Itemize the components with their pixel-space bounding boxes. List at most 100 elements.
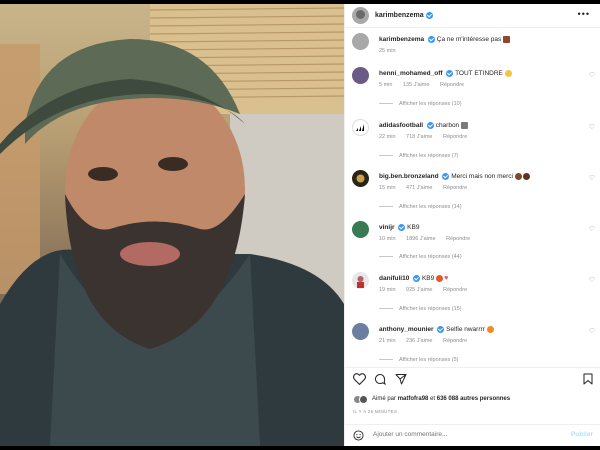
reply-link[interactable]: Répondre [443, 185, 467, 191]
instagram-post-view: karimbenzema ••• karimbenzema Ça ne m'in… [0, 0, 600, 450]
reply-link[interactable]: Répondre [443, 338, 467, 344]
reply-link[interactable]: Répondre [440, 82, 464, 88]
comment-text: henni_mohamed_off TOUT ETINDRE [379, 69, 584, 78]
author-username[interactable]: karimbenzema [375, 12, 424, 19]
heart-emoji-icon: ♥ [444, 275, 449, 282]
verified-badge-icon [427, 35, 435, 43]
comment-meta: 10 min 1896 J'aime Répondre [379, 236, 479, 242]
author-avatar[interactable] [352, 7, 369, 24]
reply-link[interactable]: Répondre [443, 134, 467, 140]
commenter-avatar[interactable] [352, 323, 369, 340]
commenter-avatar[interactable] [352, 119, 369, 136]
emoji-icon [486, 325, 494, 333]
post-header: karimbenzema ••• [345, 4, 600, 28]
verified-badge-icon [398, 223, 406, 231]
comments-list: karimbenzema Ça ne m'intéresse pas 25 mi… [345, 29, 600, 366]
publish-button[interactable]: Publier [571, 431, 593, 438]
like-heart-icon[interactable]: ♡ [589, 327, 595, 335]
commenter-avatar[interactable] [352, 272, 369, 289]
emoji-icon [522, 172, 530, 180]
comment-message: charbon [435, 122, 460, 129]
view-replies-link[interactable]: Afficher les réponses (44) [379, 254, 462, 260]
comment-meta: 5 min 135 J'aime Répondre [379, 82, 473, 88]
comment-meta: 15 min 471 J'aime Répondre [379, 185, 476, 191]
commenter-avatar[interactable] [352, 67, 369, 84]
view-replies-link[interactable]: Afficher les réponses (15) [379, 306, 462, 312]
post-photo[interactable] [0, 4, 344, 446]
commenter-username[interactable]: big.ben.bronzeland [379, 173, 439, 180]
comment-text: adidasfootball charbon [379, 121, 584, 130]
likes-count[interactable]: 636 088 autres personnes [437, 396, 510, 402]
commenter-username[interactable]: vinijr [379, 224, 395, 231]
comment-meta: 22 min 718 J'aime Répondre [379, 134, 476, 140]
comment-likes[interactable]: 1896 J'aime [406, 236, 436, 242]
verified-badge-icon [437, 325, 445, 333]
emoji-icon [461, 121, 468, 129]
comment-likes[interactable]: 471 J'aime [406, 185, 432, 191]
share-icon[interactable] [395, 373, 407, 385]
liker-username[interactable]: matfofra98 [398, 396, 429, 402]
caption-message: Ça ne m'intéresse pas [436, 36, 502, 43]
emoji-picker-icon[interactable] [353, 430, 364, 441]
comment-likes[interactable]: 718 J'aime [406, 134, 432, 140]
commenter-username[interactable]: henni_mohamed_off [379, 70, 443, 77]
view-replies-link[interactable]: Afficher les réponses (5) [379, 357, 459, 363]
comment-text: big.ben.bronzeland Merci mais non merci [379, 172, 584, 181]
emoji-icon [514, 172, 522, 180]
comment-meta: 19 min 925 J'aime Répondre [379, 287, 476, 293]
likes-prefix: Aimé par [372, 396, 397, 402]
verified-badge-icon [446, 69, 454, 77]
like-heart-icon[interactable]: ♡ [589, 71, 595, 79]
post-side-panel: karimbenzema ••• karimbenzema Ça ne m'in… [344, 4, 600, 446]
view-replies-link[interactable]: Afficher les réponses (10) [379, 101, 462, 107]
bottom-letterbox [0, 446, 600, 450]
emoji-icon [504, 69, 512, 77]
likes-summary: Aimé par matfofra98 et 636 088 autres pe… [353, 393, 597, 405]
view-replies-link[interactable]: Afficher les réponses (14) [379, 204, 462, 210]
player-avatar-icon [357, 276, 364, 288]
comment-likes[interactable]: 925 J'aime [406, 287, 432, 293]
like-heart-icon[interactable]: ♡ [589, 225, 595, 233]
comment-text: vinijr KB9 [379, 223, 584, 232]
heart-icon[interactable] [353, 373, 366, 385]
emoji-icon [503, 35, 511, 43]
emoji-icon [436, 274, 444, 282]
commenter-username[interactable]: adidasfootball [379, 122, 423, 129]
comment-time: 5 min [379, 82, 393, 88]
view-replies-link[interactable]: Afficher les réponses (7) [379, 153, 459, 159]
verified-badge-icon [426, 121, 434, 129]
like-heart-icon[interactable]: ♡ [589, 123, 595, 131]
brand-logo-icon [356, 174, 365, 183]
comment-message: Merci mais non merci [451, 173, 513, 180]
caption-text: karimbenzema Ça ne m'intéresse pas [379, 35, 584, 44]
caption-username[interactable]: karimbenzema [379, 36, 424, 43]
comment-message: Selfie nwarrrr [446, 326, 485, 333]
comment-message: KB9 [421, 275, 435, 282]
commenter-avatar[interactable] [352, 221, 369, 238]
reply-link[interactable]: Répondre [443, 287, 467, 293]
commenter-username[interactable]: anthony_mounier [379, 326, 434, 333]
comment-time: 22 min [379, 134, 396, 140]
commenter-username[interactable]: danifuli10 [379, 275, 409, 282]
add-comment-input[interactable] [373, 431, 553, 438]
author-avatar[interactable] [352, 33, 369, 50]
likes-middle: et [430, 396, 436, 402]
bookmark-icon[interactable] [583, 373, 593, 385]
like-heart-icon[interactable]: ♡ [589, 174, 595, 182]
comment-time: 21 min [379, 338, 396, 344]
more-options-icon[interactable]: ••• [578, 9, 590, 19]
comment-meta: 21 min 236 J'aime Répondre [379, 338, 476, 344]
verified-badge-icon [425, 12, 433, 19]
like-heart-icon[interactable]: ♡ [589, 276, 595, 284]
comment-message: TOUT ETINDRE [455, 70, 503, 77]
comment-icon[interactable] [374, 373, 386, 385]
comment-likes[interactable]: 135 J'aime [403, 82, 429, 88]
likes-text: Aimé par matfofra98 et 636 088 autres pe… [372, 396, 510, 402]
comment-text: anthony_mounier Selfie nwarrrr [379, 325, 584, 334]
post-actions-bar [345, 367, 600, 391]
comment-likes[interactable]: 236 J'aime [406, 338, 432, 344]
reply-link[interactable]: Répondre [446, 236, 470, 242]
commenter-avatar[interactable] [352, 170, 369, 187]
comment-message: KB9 [407, 224, 420, 231]
adidas-logo-icon [356, 124, 364, 131]
